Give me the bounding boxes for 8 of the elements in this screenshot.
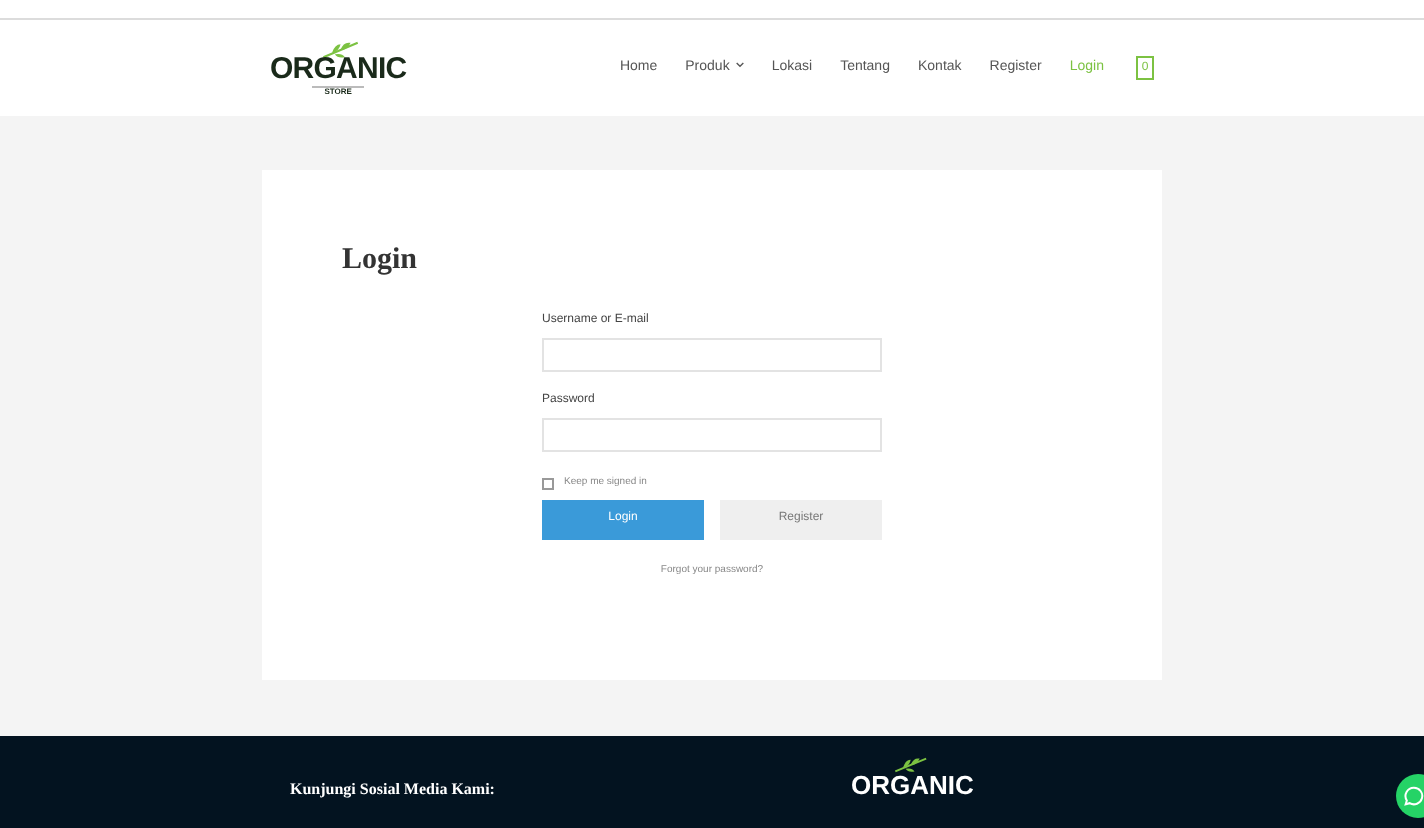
chat-icon <box>1404 786 1424 806</box>
logo-title[interactable]: ORGANIC <box>270 54 407 84</box>
remember-checkbox[interactable] <box>542 477 554 490</box>
footer-logo: ORGANIC <box>850 772 974 798</box>
footer-heading: Kunjungi Sosial Media Kami: <box>290 778 495 802</box>
username-field[interactable] <box>542 338 882 372</box>
password-field[interactable] <box>542 418 882 452</box>
login-title: Login <box>342 246 420 280</box>
